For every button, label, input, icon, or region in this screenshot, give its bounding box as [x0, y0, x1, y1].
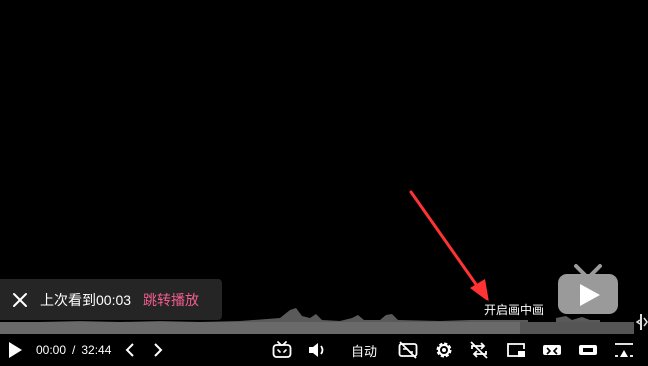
- fullscreen-icon[interactable]: [612, 334, 636, 366]
- control-bar: 00:00 / 32:44 自动: [0, 334, 648, 366]
- resume-toast: 上次看到00:03 跳转播放: [0, 279, 222, 320]
- chevron-right-icon[interactable]: [148, 334, 168, 366]
- gear-icon[interactable]: [432, 334, 456, 366]
- pip-icon[interactable]: [504, 334, 528, 366]
- widescreen-icon[interactable]: [540, 334, 564, 366]
- total-time: 32:44: [81, 343, 112, 357]
- time-display: 00:00 / 32:44: [36, 334, 111, 366]
- video-player[interactable]: 上次看到00:03 跳转播放 开启画中画 00:00 / 32:44 自动: [0, 0, 648, 366]
- chapter-end-icon: [635, 310, 648, 334]
- quality-selector[interactable]: 自动: [344, 334, 384, 366]
- current-time: 00:00: [36, 343, 67, 357]
- tv-icon: [558, 264, 618, 314]
- subtitle-off-icon[interactable]: [396, 334, 420, 366]
- volume-icon[interactable]: [305, 334, 329, 366]
- time-separator: /: [72, 343, 76, 357]
- resume-message: 上次看到00:03: [40, 291, 132, 308]
- progress-bar[interactable]: [0, 322, 634, 334]
- close-icon[interactable]: [0, 279, 40, 320]
- danmaku-icon[interactable]: [270, 334, 294, 366]
- chevron-left-icon[interactable]: [120, 334, 140, 366]
- pip-tooltip: 开启画中画: [480, 300, 549, 320]
- play-icon[interactable]: [2, 334, 28, 366]
- jump-play-link[interactable]: 跳转播放: [143, 290, 199, 310]
- loop-off-icon[interactable]: [467, 334, 491, 366]
- buffer-bar: [0, 322, 520, 334]
- web-fullscreen-icon[interactable]: [576, 334, 600, 366]
